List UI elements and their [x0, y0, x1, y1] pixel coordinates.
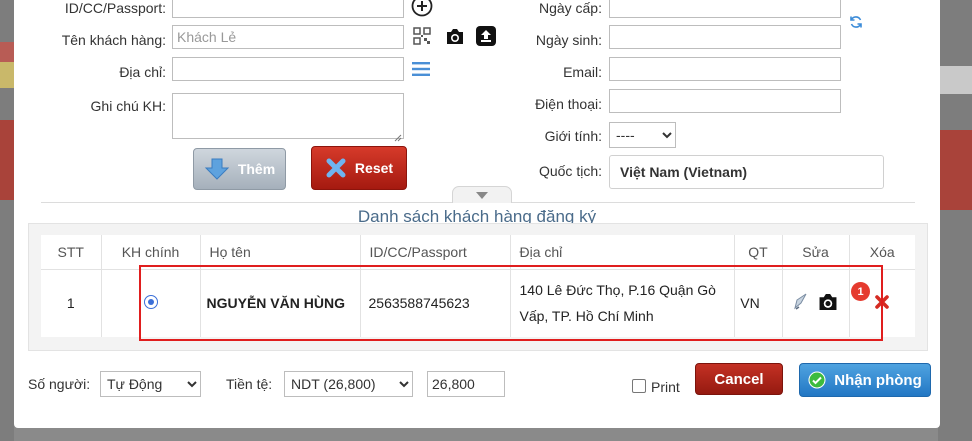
people-label: Số người:	[28, 376, 91, 392]
row-country: VN	[734, 269, 783, 337]
address-input[interactable]	[172, 57, 404, 81]
col-header-edit: Sửa	[782, 235, 850, 270]
row-address-cell: 140 Lê Đức Thọ, P.16 Quận Gò Vấp, TP. Hồ…	[510, 269, 735, 337]
col-header-country: QT	[734, 235, 783, 270]
collapse-toggle[interactable]	[452, 186, 512, 203]
row-stt: 1	[41, 269, 102, 337]
email-label: Email:	[563, 64, 602, 80]
email-input[interactable]	[609, 57, 841, 81]
plus-circle-icon[interactable]	[410, 0, 434, 18]
issue-date-input[interactable]	[609, 0, 841, 18]
add-button-label: Thêm	[237, 161, 276, 177]
add-button[interactable]: Thêm	[193, 148, 286, 190]
people-select[interactable]: Tự Động	[100, 371, 201, 397]
nationality-input[interactable]: Việt Nam (Vietnam)	[609, 155, 884, 189]
nationality-value: Việt Nam (Vietnam)	[620, 164, 748, 180]
edit-pencil-icon[interactable]	[792, 293, 810, 314]
row-main-cell	[101, 269, 201, 337]
col-header-stt: STT	[41, 235, 102, 270]
print-label: Print	[651, 379, 680, 395]
customer-name-input[interactable]	[172, 25, 404, 49]
checkin-button[interactable]: Nhận phòng	[799, 363, 931, 397]
note-textarea[interactable]	[172, 93, 404, 139]
address-label: Địa chỉ:	[119, 64, 166, 80]
row-delete-cell	[849, 269, 915, 337]
print-checkbox[interactable]	[632, 379, 646, 393]
row-edit-cell	[782, 269, 850, 337]
table-header-row: STT KH chính Họ tên ID/CC/Passport Địa c…	[41, 235, 915, 270]
sync-icon[interactable]	[847, 13, 865, 31]
table-row: 1 NGUYỄN VĂN HÙNG 2563588745623 140 Lê Đ…	[41, 269, 915, 337]
col-header-id: ID/CC/Passport	[360, 235, 511, 270]
customer-modal: ID/CC/Passport: Tên khách hàng: Địa chỉ:…	[14, 0, 940, 428]
camera-icon[interactable]	[444, 26, 466, 46]
birth-date-label: Ngày sinh:	[535, 32, 602, 48]
delete-x-icon[interactable]	[874, 294, 890, 313]
amount-input[interactable]	[427, 371, 505, 397]
resize-grip-icon[interactable]	[394, 129, 402, 142]
reset-button-label: Reset	[354, 160, 394, 176]
note-label: Ghi chú KH:	[90, 98, 166, 114]
main-customer-radio[interactable]	[143, 294, 158, 309]
cancel-button[interactable]: Cancel	[695, 363, 783, 395]
checkin-button-label: Nhận phòng	[834, 371, 922, 389]
photo-count-badge: 1	[851, 282, 870, 301]
close-x-icon	[325, 157, 347, 179]
gender-label: Giới tính:	[544, 128, 602, 144]
col-header-address: Địa chỉ	[510, 235, 735, 270]
customer-name-label: Tên khách hàng:	[61, 32, 166, 48]
camera-icon[interactable]	[817, 293, 839, 314]
chevron-down-icon	[476, 191, 488, 199]
row-id: 2563588745623	[360, 269, 511, 337]
col-header-main: KH chính	[101, 235, 201, 270]
id-input[interactable]	[172, 0, 404, 18]
phone-input[interactable]	[609, 89, 841, 113]
issue-date-label: Ngày cấp:	[538, 0, 602, 16]
qr-code-icon[interactable]	[412, 26, 432, 46]
guest-table: STT KH chính Họ tên ID/CC/Passport Địa c…	[41, 235, 915, 337]
currency-label: Tiền tệ:	[226, 376, 273, 392]
row-address: 140 Lê Đức Thọ, P.16 Quận Gò Vấp, TP. Hồ…	[519, 282, 716, 325]
id-label: ID/CC/Passport:	[64, 0, 166, 16]
birth-date-input[interactable]	[609, 25, 841, 49]
menu-lines-icon[interactable]	[411, 59, 431, 79]
col-header-delete: Xóa	[849, 235, 915, 270]
download-arrow-icon	[204, 157, 230, 181]
background-page-right	[938, 0, 972, 441]
check-circle-icon	[808, 371, 826, 389]
currency-select[interactable]: NDT (26,800)	[284, 371, 413, 397]
phone-label: Điện thoại:	[535, 96, 602, 112]
reset-button[interactable]: Reset	[311, 146, 407, 190]
gender-select[interactable]: ----	[609, 122, 676, 148]
nationality-label: Quốc tịch:	[538, 163, 602, 179]
background-page-left	[0, 0, 14, 441]
col-header-name: Họ tên	[200, 235, 361, 270]
row-name: NGUYỄN VĂN HÙNG	[200, 269, 361, 337]
